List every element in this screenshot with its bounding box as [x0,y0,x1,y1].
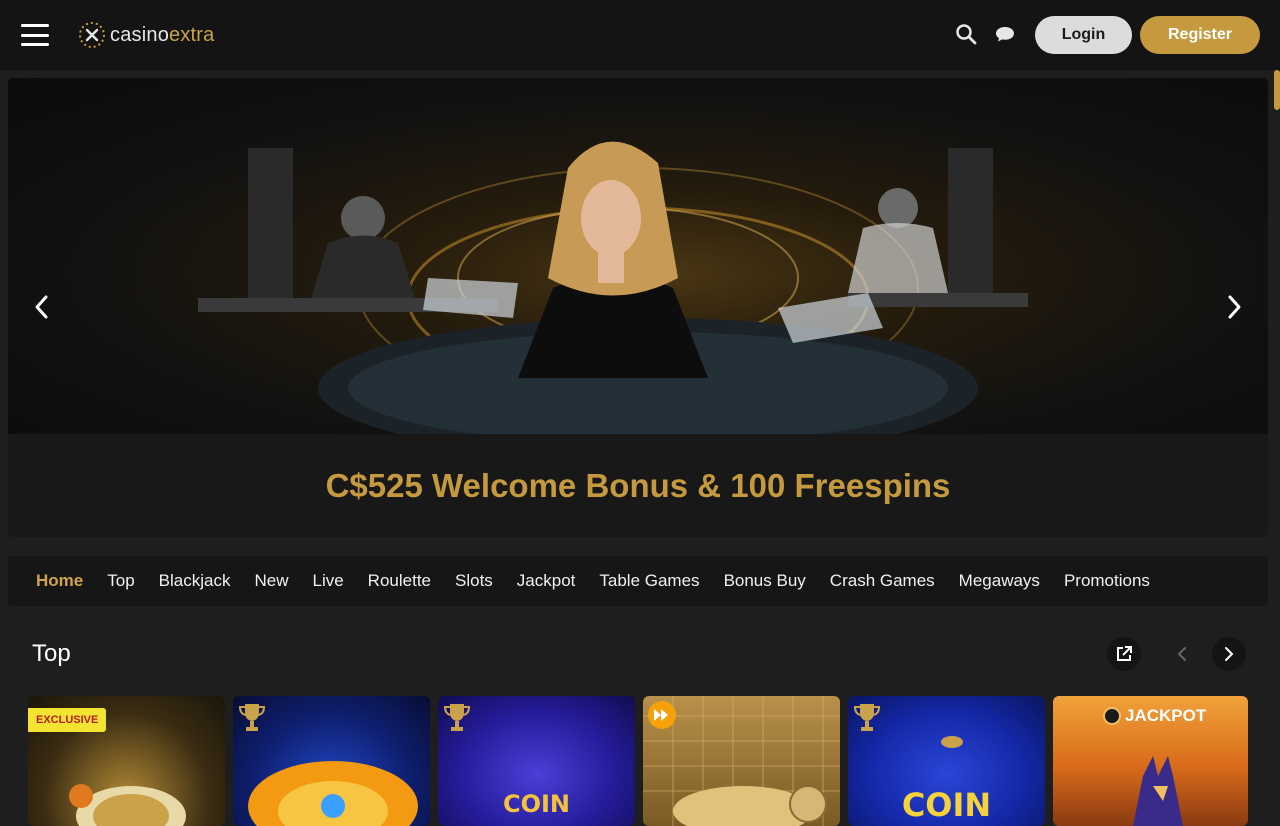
tab-blackjack[interactable]: Blackjack [159,571,231,591]
tab-new[interactable]: New [254,571,288,591]
search-icon[interactable] [954,22,978,46]
trophy-icon [443,704,471,731]
tab-megaways[interactable]: Megaways [959,571,1040,591]
section-title: Top [32,640,71,667]
carousel-next-icon[interactable] [1222,292,1246,322]
tab-home[interactable]: Home [36,571,83,591]
game-tile[interactable]: COIN [438,696,635,826]
tab-bonus-buy[interactable]: Bonus Buy [724,571,806,591]
hero-caption: C$525 Welcome Bonus & 100 Freespins [325,466,951,504]
top-bar: casinoextra Login Register [0,0,1280,70]
tab-top[interactable]: Top [107,571,134,591]
game-tile[interactable] [233,696,430,826]
open-section-button[interactable] [1107,637,1141,671]
jackpot-label-row: JACKPOT [1103,706,1206,726]
category-nav: Home Top Blackjack New Live Roulette Slo… [8,556,1268,606]
tab-slots[interactable]: Slots [455,571,493,591]
menu-icon[interactable] [21,24,49,46]
logo-text: casinoextra [110,23,215,46]
game-title: COIN [901,786,992,824]
coin-stack-icon [69,784,186,826]
tab-promotions[interactable]: Promotions [1064,571,1150,591]
logo[interactable]: casinoextra [78,20,214,50]
external-link-icon [1117,646,1132,661]
fast-forward-icon [648,701,676,729]
register-button[interactable]: Register [1140,16,1260,54]
game-tile[interactable]: COIN [848,696,1045,826]
chat-icon[interactable] [993,22,1017,46]
game-title: COIN [502,790,571,818]
hero-banner[interactable]: C$525 Welcome Bonus & 100 Freespins [8,78,1268,537]
tab-jackpot[interactable]: Jackpot [517,571,576,591]
trophy-icon [238,704,266,731]
logo-icon [79,22,105,48]
game-tiles: EXCLUSIVE COIN COIN JACKPOT [28,696,1248,826]
scroll-left-button[interactable] [1165,637,1199,671]
game-tile[interactable]: JACKPOT [1053,696,1248,826]
tab-live[interactable]: Live [312,571,343,591]
login-button[interactable]: Login [1035,16,1132,54]
scrollbar-thumb[interactable] [1274,70,1280,110]
game-tile[interactable] [643,696,840,826]
tab-roulette[interactable]: Roulette [368,571,431,591]
anubis-icon [1133,756,1183,826]
jackpot-coin-icon [1103,707,1121,725]
exclusive-badge: EXCLUSIVE [28,708,107,732]
carousel-prev-icon[interactable] [30,292,54,322]
chevron-left-icon [1177,647,1186,661]
jackpot-label: JACKPOT [1125,706,1207,725]
hero-image [8,78,1268,434]
chevron-right-icon [1225,647,1234,661]
scroll-right-button[interactable] [1212,637,1246,671]
coin-icon [941,736,963,748]
tab-table-games[interactable]: Table Games [599,571,699,591]
flower-icon [248,761,418,826]
trophy-icon [853,704,881,731]
tab-crash-games[interactable]: Crash Games [830,571,935,591]
game-tile[interactable]: EXCLUSIVE [28,696,225,826]
hero-illustration [198,141,1028,434]
